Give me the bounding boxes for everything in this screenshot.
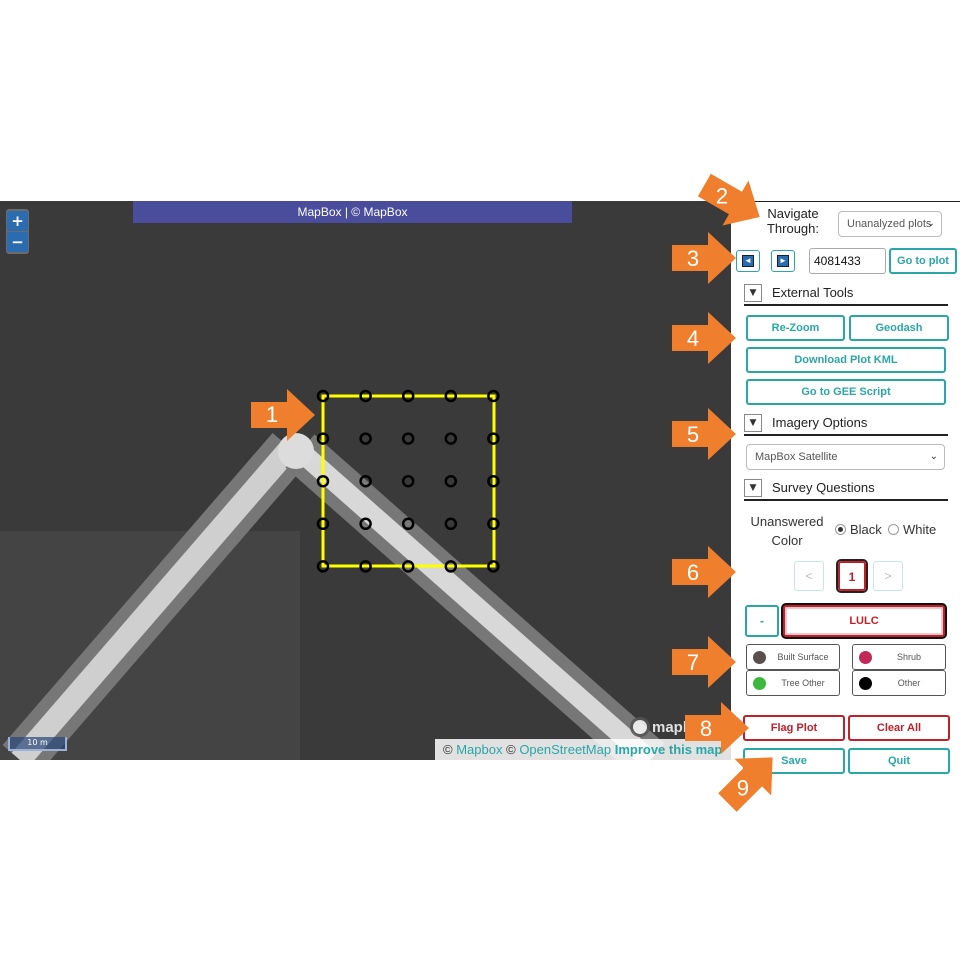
collapse-toggle-icon[interactable]: ▼ bbox=[744, 479, 762, 497]
chevron-down-icon: ⌄ bbox=[926, 218, 935, 229]
answer-other[interactable]: Other bbox=[852, 670, 946, 696]
imagery-options-title: Imagery Options bbox=[772, 415, 868, 430]
previous-question-page-button[interactable]: < bbox=[794, 561, 824, 591]
callout-number: 5 bbox=[686, 422, 700, 447]
survey-questions-title: Survey Questions bbox=[772, 480, 875, 495]
unanswered-color-label: Unanswered Color bbox=[750, 514, 824, 548]
clear-all-button[interactable]: Clear All bbox=[848, 715, 950, 741]
collapse-question-button[interactable]: - bbox=[745, 605, 779, 637]
sample-point[interactable] bbox=[401, 474, 415, 488]
rezoom-button[interactable]: Re-Zoom bbox=[746, 315, 845, 341]
collection-sidebar: Navigate Through: Unanalyzed plots ⌄ ◄ ►… bbox=[731, 201, 960, 801]
current-question-page[interactable]: 1 bbox=[838, 561, 866, 591]
arrow-right-icon: ► bbox=[777, 255, 789, 267]
sample-point[interactable] bbox=[359, 474, 372, 488]
scale-bar: 10 m bbox=[8, 737, 67, 751]
answer-label: Built Surface bbox=[777, 652, 829, 662]
openstreetmap-link[interactable]: OpenStreetMap bbox=[519, 742, 611, 757]
callout-number: 9 bbox=[736, 775, 750, 801]
callout-arrow: 3 bbox=[672, 232, 736, 284]
answer-color-swatch bbox=[753, 651, 766, 664]
quit-button[interactable]: Quit bbox=[848, 748, 950, 774]
download-plot-kml-button[interactable]: Download Plot KML bbox=[746, 347, 946, 373]
sample-point[interactable] bbox=[401, 432, 415, 445]
imagery-select-value: MapBox Satellite bbox=[755, 451, 838, 463]
next-question-page-button[interactable]: > bbox=[873, 561, 903, 591]
answer-color-swatch bbox=[859, 651, 872, 664]
collapse-toggle-icon[interactable]: ▼ bbox=[744, 284, 762, 302]
survey-questions-header[interactable]: ▼ Survey Questions bbox=[744, 477, 948, 501]
callout-arrow: 4 bbox=[672, 312, 736, 364]
answer-label: Shrub bbox=[896, 652, 922, 662]
radio-unchecked-icon[interactable] bbox=[888, 524, 899, 535]
plot-overlay bbox=[316, 389, 500, 573]
callout-number: 3 bbox=[686, 246, 700, 271]
flag-plot-button[interactable]: Flag Plot bbox=[743, 715, 845, 741]
chevron-down-icon: ⌄ bbox=[929, 451, 938, 462]
external-tools-title: External Tools bbox=[772, 285, 854, 300]
answer-shrub[interactable]: Shrub bbox=[852, 644, 946, 670]
navigate-through-value: Unanalyzed plots bbox=[847, 218, 932, 230]
geodash-button[interactable]: Geodash bbox=[849, 315, 949, 341]
callout-number: 6 bbox=[686, 560, 700, 585]
callout-arrow: 6 bbox=[672, 546, 736, 598]
plot-id-input[interactable]: 4081433 bbox=[809, 248, 886, 274]
sample-point[interactable] bbox=[401, 517, 415, 531]
sample-point[interactable] bbox=[359, 432, 372, 445]
callout-number: 7 bbox=[686, 650, 700, 675]
answer-tree-other[interactable]: Tree Other bbox=[746, 670, 840, 696]
copyright-symbol: © bbox=[506, 742, 516, 757]
navigate-through-label: Navigate Through: bbox=[766, 206, 820, 236]
callout-number: 4 bbox=[686, 326, 700, 351]
answer-label: Tree Other bbox=[781, 678, 825, 688]
answer-color-swatch bbox=[859, 677, 872, 690]
callout-number: 8 bbox=[699, 716, 713, 741]
callout-number: 1 bbox=[265, 402, 279, 427]
callout-arrow: 5 bbox=[672, 408, 736, 460]
imagery-options-header[interactable]: ▼ Imagery Options bbox=[744, 412, 948, 436]
mapbox-link[interactable]: Mapbox bbox=[456, 742, 502, 757]
imagery-select[interactable]: MapBox Satellite ⌄ bbox=[746, 444, 945, 470]
zoom-out-button[interactable]: − bbox=[7, 232, 28, 252]
sample-point[interactable] bbox=[359, 517, 372, 531]
go-to-plot-button[interactable]: Go to plot bbox=[889, 248, 957, 274]
radio-black-label: Black bbox=[850, 522, 882, 537]
callout-arrow: 1 bbox=[251, 388, 315, 442]
sample-point[interactable] bbox=[444, 517, 458, 531]
sample-point[interactable] bbox=[444, 474, 458, 488]
previous-plot-button[interactable]: ◄ bbox=[736, 250, 760, 272]
sample-points[interactable] bbox=[316, 389, 500, 573]
arrow-left-icon: ◄ bbox=[742, 255, 754, 267]
lulc-question-button[interactable]: LULC bbox=[783, 605, 945, 637]
external-tools-header[interactable]: ▼ External Tools bbox=[744, 282, 948, 306]
callout-number: 2 bbox=[715, 183, 729, 209]
zoom-in-button[interactable]: + bbox=[7, 211, 28, 231]
radio-checked-icon[interactable] bbox=[835, 524, 846, 535]
radio-white[interactable]: White bbox=[888, 522, 936, 537]
zoom-control: + − bbox=[6, 209, 29, 254]
navigate-through-select[interactable]: Unanalyzed plots ⌄ bbox=[838, 211, 942, 237]
answer-color-swatch bbox=[753, 677, 766, 690]
radio-white-label: White bbox=[903, 522, 937, 537]
answer-label: Other bbox=[897, 678, 921, 688]
imagery-attribution-banner: MapBox | © MapBox bbox=[133, 201, 572, 223]
mapbox-logo-icon bbox=[630, 717, 650, 737]
collapse-toggle-icon[interactable]: ▼ bbox=[744, 414, 762, 432]
callout-arrow: 7 bbox=[672, 636, 736, 688]
answer-built-surface[interactable]: Built Surface bbox=[746, 644, 840, 670]
radio-black[interactable]: Black bbox=[835, 522, 882, 537]
go-to-gee-script-button[interactable]: Go to GEE Script bbox=[746, 379, 946, 405]
sample-point[interactable] bbox=[444, 432, 458, 445]
next-plot-button[interactable]: ► bbox=[771, 250, 795, 272]
callout-arrow: 8 bbox=[685, 702, 749, 754]
map-view[interactable]: + − MapBox | © MapBox 10 m mapbox © Mapb… bbox=[0, 201, 731, 760]
plot-boundary bbox=[321, 394, 496, 568]
copyright-symbol: © bbox=[443, 742, 453, 757]
